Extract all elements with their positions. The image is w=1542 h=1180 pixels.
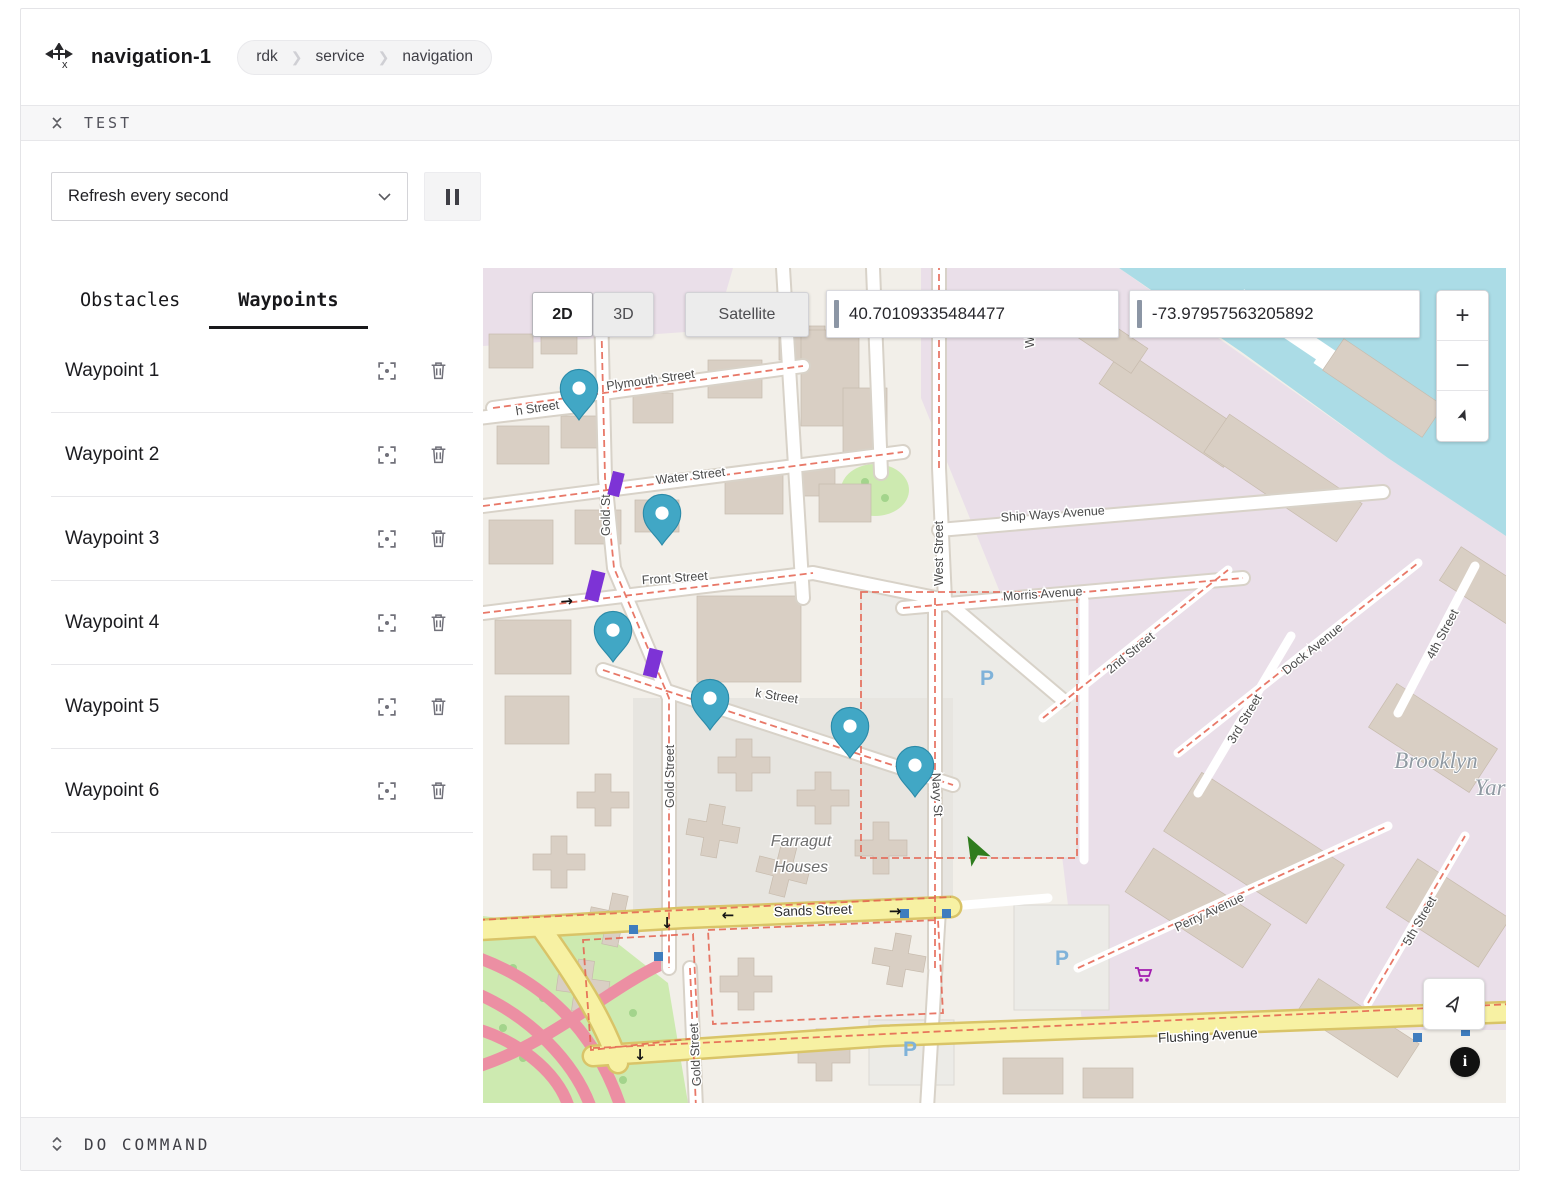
locate-robot-button[interactable]	[1423, 978, 1485, 1030]
chevron-right-icon: ❯	[378, 49, 390, 66]
parking-icon: P	[980, 667, 994, 690]
breadcrumb-item[interactable]: navigation	[402, 48, 473, 66]
street-label: Sands Street	[774, 902, 853, 920]
delete-waypoint-button[interactable]	[430, 361, 447, 380]
latitude-input[interactable]	[839, 304, 1118, 324]
map-zoom-controls: + −	[1436, 290, 1489, 442]
navigation-map[interactable]: P P P → ← → ↓ ↓	[483, 268, 1506, 1103]
focus-waypoint-button[interactable]	[378, 698, 396, 716]
map-canvas[interactable]: P P P → ← → ↓ ↓	[483, 268, 1506, 1103]
longitude-input[interactable]	[1142, 304, 1419, 324]
pause-icon	[446, 189, 450, 205]
focus-icon	[378, 698, 396, 716]
street-label: West Street	[932, 520, 946, 586]
svg-text:←: ←	[722, 906, 735, 924]
place-label: Houses	[774, 859, 828, 876]
pause-refresh-button[interactable]	[424, 172, 481, 221]
attribution-info-button[interactable]: i	[1450, 1047, 1480, 1077]
refresh-controls: Refresh every second	[51, 172, 1519, 221]
refresh-rate-value: Refresh every second	[68, 187, 378, 206]
trash-icon	[430, 613, 447, 632]
expand-icon	[50, 1137, 64, 1151]
focus-waypoint-button[interactable]	[378, 362, 396, 380]
chevron-right-icon: ❯	[291, 49, 303, 66]
compass-tilt-button[interactable]	[1437, 391, 1488, 441]
focus-icon	[378, 446, 396, 464]
test-section-header[interactable]: TEST	[21, 105, 1519, 141]
waypoint-label: Waypoint 3	[65, 528, 344, 550]
tab-waypoints[interactable]: Waypoints	[209, 290, 367, 329]
waypoint-row: Waypoint 2	[51, 413, 473, 497]
waypoint-label: Waypoint 2	[65, 444, 344, 466]
street-label: Navy St	[929, 772, 945, 817]
do-command-section-header[interactable]: DO COMMAND	[21, 1117, 1519, 1170]
waypoints-panel: Obstacles Waypoints Waypoint 1 Waypoint …	[21, 268, 473, 833]
test-section-label: TEST	[84, 114, 132, 132]
parking-icon: P	[903, 1038, 917, 1061]
delete-waypoint-button[interactable]	[430, 613, 447, 632]
focus-icon	[378, 614, 396, 632]
map-3d-button[interactable]: 3D	[593, 292, 654, 337]
svg-text:→: →	[889, 902, 902, 920]
refresh-rate-select[interactable]: Refresh every second	[51, 172, 408, 221]
focus-waypoint-button[interactable]	[378, 446, 396, 464]
area-label: Brooklyn	[1394, 748, 1477, 773]
trash-icon	[430, 697, 447, 716]
satellite-toggle-button[interactable]: Satellite	[685, 292, 809, 337]
waypoint-label: Waypoint 6	[65, 780, 344, 802]
waypoint-row: Waypoint 6	[51, 749, 473, 833]
waypoint-row: Waypoint 5	[51, 665, 473, 749]
waypoint-label: Waypoint 1	[65, 360, 344, 382]
compass-pointer-icon	[1454, 407, 1472, 425]
trash-icon	[430, 529, 447, 548]
chevron-down-icon	[378, 193, 391, 201]
area-label: Yar	[1474, 775, 1506, 800]
delete-waypoint-button[interactable]	[430, 697, 447, 716]
trash-icon	[430, 781, 447, 800]
focus-waypoint-button[interactable]	[378, 782, 396, 800]
tab-obstacles[interactable]: Obstacles	[51, 290, 209, 329]
delete-waypoint-button[interactable]	[430, 781, 447, 800]
page-title: navigation-1	[91, 46, 211, 69]
breadcrumb-item[interactable]: service	[315, 48, 364, 66]
svg-text:x: x	[62, 59, 68, 71]
focus-icon	[378, 362, 396, 380]
street-label: Gold St	[599, 494, 613, 536]
breadcrumb: rdk ❯ service ❯ navigation	[237, 40, 492, 75]
trash-icon	[430, 445, 447, 464]
waypoint-label: Waypoint 5	[65, 696, 344, 718]
longitude-field-container	[1129, 290, 1420, 338]
parking-icon: P	[1055, 947, 1069, 970]
waypoint-row: Waypoint 4	[51, 581, 473, 665]
street-label: Gold Street	[663, 744, 677, 808]
svg-text:→: →	[560, 592, 574, 611]
header: x navigation-1 rdk ❯ service ❯ navigatio…	[21, 9, 1519, 105]
delete-waypoint-button[interactable]	[430, 445, 447, 464]
zoom-in-button[interactable]: +	[1437, 291, 1488, 341]
svg-text:↓: ↓	[634, 1046, 647, 1064]
delete-waypoint-button[interactable]	[430, 529, 447, 548]
focus-icon	[378, 530, 396, 548]
focus-waypoint-button[interactable]	[378, 614, 396, 632]
waypoint-row: Waypoint 1	[51, 329, 473, 413]
trash-icon	[430, 361, 447, 380]
svg-text:↓: ↓	[661, 914, 674, 932]
latitude-field-container	[826, 290, 1119, 338]
panel-tabs: Obstacles Waypoints	[51, 290, 473, 329]
waypoint-row: Waypoint 3	[51, 497, 473, 581]
focus-icon	[378, 782, 396, 800]
place-label: Farragut	[771, 833, 832, 850]
do-command-label: DO COMMAND	[84, 1135, 210, 1154]
waypoint-label: Waypoint 4	[65, 612, 344, 634]
collapse-icon	[50, 116, 64, 130]
map-2d-button[interactable]: 2D	[532, 292, 593, 337]
zoom-out-button[interactable]: −	[1437, 341, 1488, 391]
focus-waypoint-button[interactable]	[378, 530, 396, 548]
navigation-arrow-icon	[1443, 993, 1465, 1015]
breadcrumb-item[interactable]: rdk	[256, 48, 278, 66]
movement-sensor-icon: x	[45, 43, 73, 71]
navigation-card: x navigation-1 rdk ❯ service ❯ navigatio…	[20, 8, 1520, 1171]
